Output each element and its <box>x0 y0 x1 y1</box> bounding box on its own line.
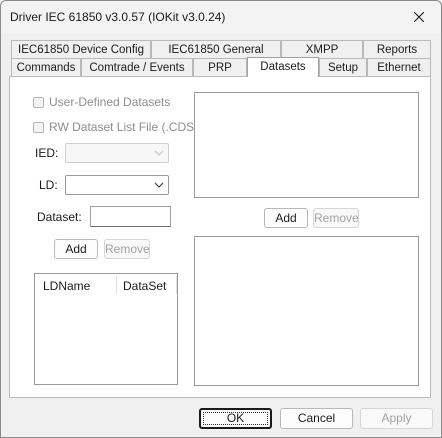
remove-button[interactable]: Remove <box>104 239 150 259</box>
apply-button[interactable]: Apply <box>360 408 433 429</box>
window-title: Driver IEC 61850 v3.0.57 (IOKit v3.0.24) <box>10 10 226 24</box>
lower-right-list[interactable] <box>194 236 419 386</box>
tab-reports[interactable]: Reports <box>363 40 431 58</box>
dataset-list[interactable]: LDName DataSet <box>34 273 178 385</box>
column-divider[interactable] <box>116 276 117 294</box>
rw-dataset-list-checkbox[interactable]: RW Dataset List File (.CDS) <box>33 120 198 134</box>
column-divider[interactable] <box>176 276 177 294</box>
upper-right-list[interactable] <box>194 92 419 198</box>
ied-label: IED: <box>35 146 59 160</box>
tab-datasets[interactable]: Datasets <box>247 57 319 77</box>
user-defined-datasets-checkbox[interactable]: User-Defined Datasets <box>33 95 170 109</box>
tab-prp[interactable]: PRP <box>193 58 247 76</box>
column-ldname[interactable]: LDName <box>43 279 90 293</box>
chevron-down-icon <box>154 182 164 188</box>
tab-comtrade-events[interactable]: Comtrade / Events <box>81 58 193 76</box>
checkbox-box <box>33 121 44 133</box>
checkbox-box <box>33 96 44 108</box>
close-icon <box>414 12 424 22</box>
checkbox-label: RW Dataset List File (.CDS) <box>49 120 199 134</box>
dataset-input[interactable] <box>90 206 171 227</box>
ld-label: LD: <box>39 178 58 192</box>
tab-xmpp[interactable]: XMPP <box>281 40 363 58</box>
tab-commands[interactable]: Commands <box>11 58 81 76</box>
ld-dropdown[interactable] <box>65 175 169 195</box>
tab-iec61850-general[interactable]: IEC61850 General <box>151 40 281 58</box>
right-add-button[interactable]: Add <box>264 208 308 228</box>
column-dataset[interactable]: DataSet <box>123 279 166 293</box>
list-header: LDName DataSet <box>35 274 177 296</box>
cancel-button[interactable]: Cancel <box>280 408 353 429</box>
ied-dropdown[interactable] <box>65 143 169 163</box>
right-remove-button[interactable]: Remove <box>313 208 359 228</box>
add-button[interactable]: Add <box>54 239 98 259</box>
dataset-label: Dataset: <box>37 210 82 224</box>
tab-iec61850-device-config[interactable]: IEC61850 Device Config <box>11 40 151 58</box>
close-button[interactable] <box>401 2 437 32</box>
tab-setup[interactable]: Setup <box>319 58 367 76</box>
tab-ethernet[interactable]: Ethernet <box>367 58 431 76</box>
chevron-down-icon <box>154 150 164 156</box>
ok-button[interactable]: OK <box>199 408 272 429</box>
title-bar: Driver IEC 61850 v3.0.57 (IOKit v3.0.24) <box>1 1 441 33</box>
checkbox-label: User-Defined Datasets <box>49 95 171 109</box>
